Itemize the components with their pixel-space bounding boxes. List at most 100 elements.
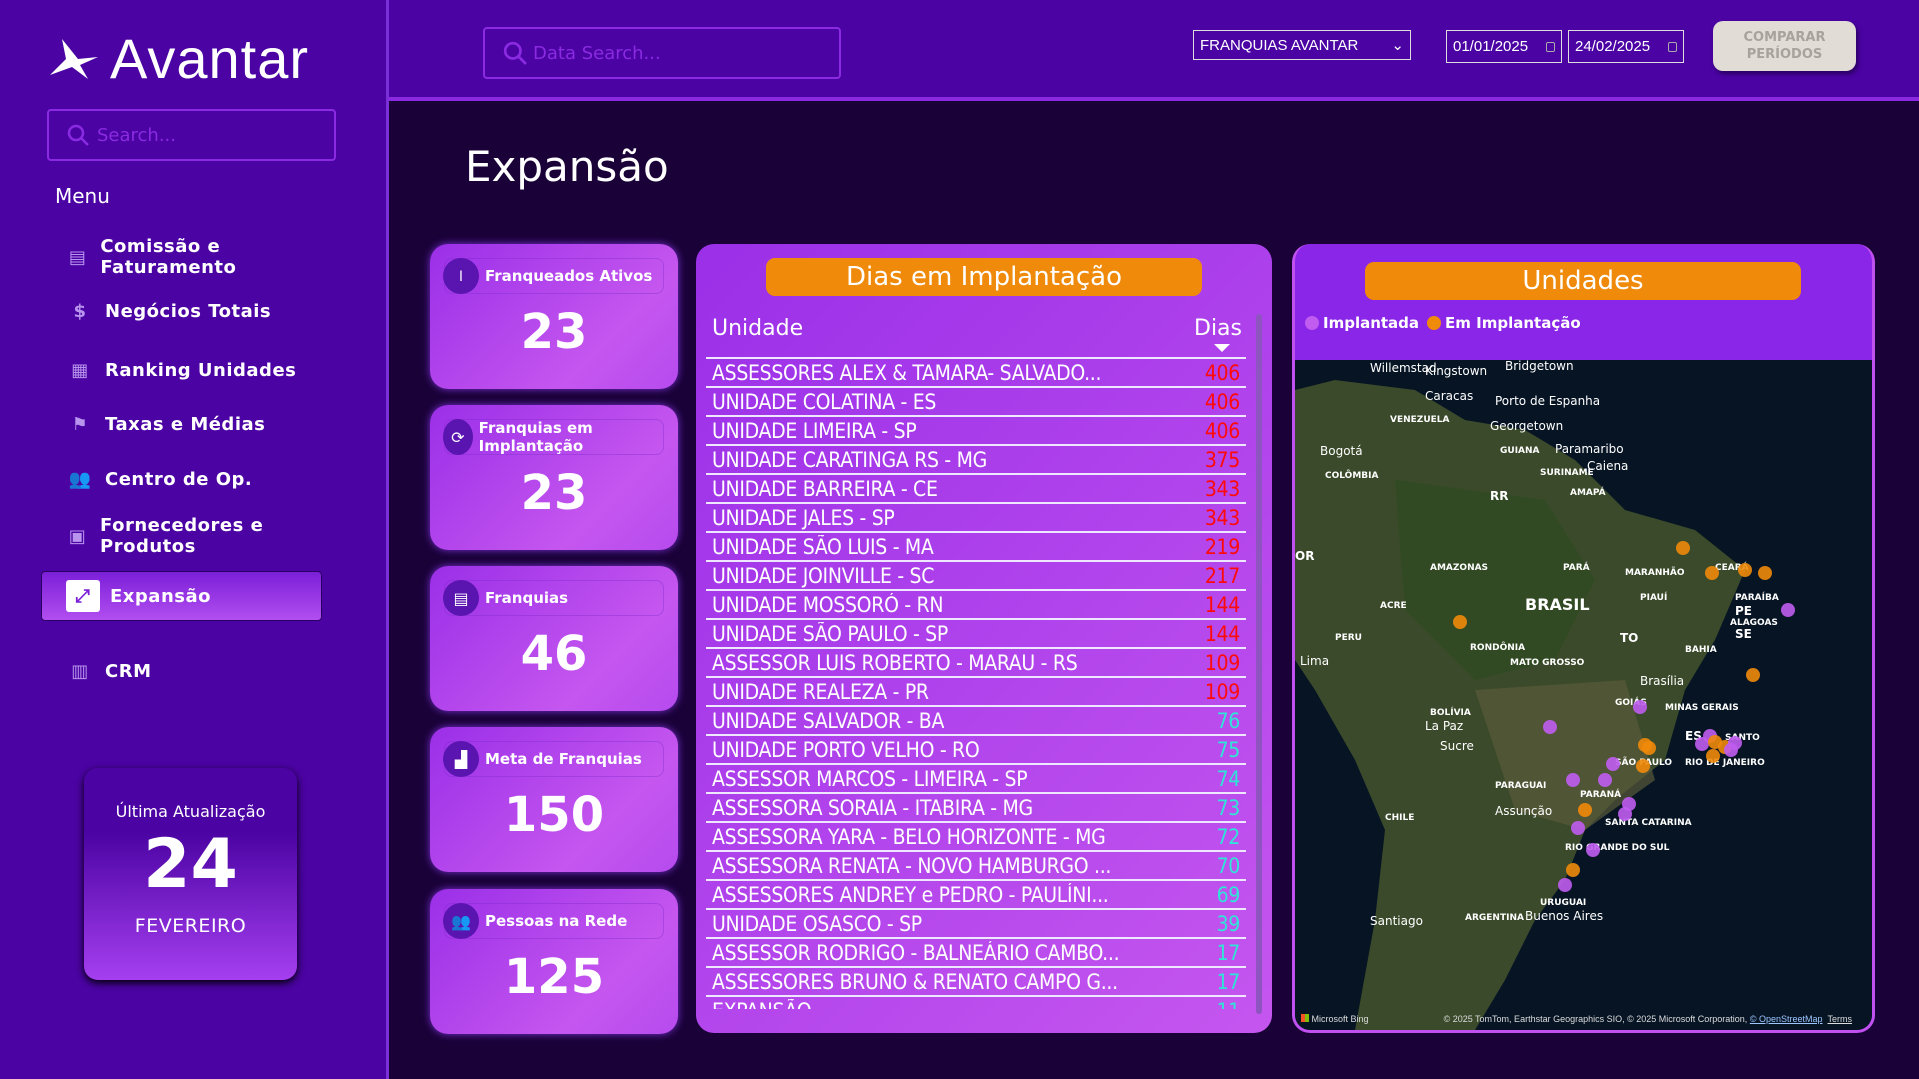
marker-em-implantacao[interactable] bbox=[1738, 563, 1752, 577]
map-legend: Implantada Em Implantação bbox=[1305, 314, 1581, 332]
days-value: 144 bbox=[1204, 621, 1240, 646]
table-row[interactable]: ASSESSORA SORAIA - ITABIRA - MG 73 bbox=[706, 792, 1246, 821]
table-row[interactable]: UNIDADE CARATINGA RS - MG 375 bbox=[706, 444, 1246, 473]
sidebar-item-expansao[interactable]: ⤢ Expansão bbox=[41, 571, 322, 621]
sidebar-item-label: Comissão e Faturamento bbox=[100, 236, 237, 278]
openstreetmap-link[interactable]: © OpenStreetMap bbox=[1750, 1014, 1823, 1024]
days-value: 375 bbox=[1204, 447, 1240, 472]
marker-em-implantacao[interactable] bbox=[1706, 749, 1720, 763]
id-card-icon: ▤ bbox=[68, 246, 87, 268]
table-row[interactable]: UNIDADE JOINVILLE - SC 217 bbox=[706, 560, 1246, 589]
table-row[interactable]: ASSESSORES BRUNO & RENATO CAMPO G... 17 bbox=[706, 966, 1246, 995]
map-place-label: ACRE bbox=[1380, 601, 1407, 611]
start-date-input[interactable]: 01/01/2025 bbox=[1446, 30, 1562, 63]
marker-implantada[interactable] bbox=[1586, 843, 1600, 857]
avantar-logo: Avantar bbox=[48, 26, 309, 91]
marker-em-implantacao[interactable] bbox=[1676, 541, 1690, 555]
marker-implantada[interactable] bbox=[1781, 603, 1795, 617]
table-row[interactable]: ASSESSORA YARA - BELO HORIZONTE - MG 72 bbox=[706, 821, 1246, 850]
table-row[interactable]: UNIDADE OSASCO - SP 39 bbox=[706, 908, 1246, 937]
days-value: 70 bbox=[1216, 853, 1241, 878]
map-place-label: La Paz bbox=[1425, 719, 1463, 733]
sidebar-search-input[interactable]: Search... bbox=[47, 109, 336, 161]
map-place-label: RIO DE JANEIRO bbox=[1685, 758, 1765, 768]
table-title: Dias em Implantação bbox=[766, 258, 1202, 296]
days-value: 17 bbox=[1216, 940, 1241, 965]
sidebar-item-fornecedores-e-produtos[interactable]: ▣ Fornecedores e Produtos bbox=[41, 511, 322, 561]
table-row[interactable]: UNIDADE REALEZA - PR 109 bbox=[706, 676, 1246, 705]
marker-em-implantacao[interactable] bbox=[1705, 566, 1719, 580]
sidebar-item-comissao-e-faturamento[interactable]: ▤ Comissão e Faturamento bbox=[41, 232, 322, 282]
expand-icon: ⤢ bbox=[66, 580, 100, 612]
marker-implantada[interactable] bbox=[1633, 700, 1647, 714]
table-row[interactable]: ASSESSOR MARCOS - LIMEIRA - SP 74 bbox=[706, 763, 1246, 792]
table-row[interactable]: UNIDADE LIMEIRA - SP 406 bbox=[706, 415, 1246, 444]
marker-em-implantacao[interactable] bbox=[1758, 566, 1772, 580]
table-row[interactable]: UNIDADE SALVADOR - BA 76 bbox=[706, 705, 1246, 734]
table-row[interactable]: ASSESSORES ALEX & TAMARA- SALVADO... 406 bbox=[706, 357, 1246, 386]
table-row[interactable]: UNIDADE BARREIRA - CE 343 bbox=[706, 473, 1246, 502]
data-search-input[interactable]: Data Search... bbox=[483, 27, 841, 79]
unit-name: UNIDADE SÃO PAULO - SP bbox=[712, 621, 948, 646]
unit-name: UNIDADE SALVADOR - BA bbox=[712, 708, 945, 733]
table-row[interactable]: UNIDADE SÃO PAULO - SP 144 bbox=[706, 618, 1246, 647]
last-update-label: Última Atualização bbox=[115, 802, 266, 821]
table-row[interactable]: ASSESSOR LUIS ROBERTO - MARAU - RS 109 bbox=[706, 647, 1246, 676]
kpi-label: Franqueados Ativos bbox=[485, 267, 653, 285]
column-header-days[interactable]: Dias bbox=[1194, 316, 1242, 341]
marker-implantada[interactable] bbox=[1571, 821, 1585, 835]
marker-implantada[interactable] bbox=[1543, 720, 1557, 734]
marker-em-implantacao[interactable] bbox=[1566, 863, 1580, 877]
marker-em-implantacao[interactable] bbox=[1453, 615, 1467, 629]
page-title: Expansão bbox=[465, 142, 669, 191]
sidebar-item-centro-de-op[interactable]: 👥 Centro de Op. bbox=[41, 454, 322, 504]
marker-implantada[interactable] bbox=[1618, 807, 1632, 821]
south-america-map[interactable]: WillemstadKingstown BridgetownCaracas Port… bbox=[1295, 359, 1872, 1030]
marker-implantada[interactable] bbox=[1606, 757, 1620, 771]
marker-em-implantacao[interactable] bbox=[1746, 668, 1760, 682]
table-row[interactable]: ASSESSORES ANDREY e PEDRO - PAULÍNI... 69 bbox=[706, 879, 1246, 908]
table-row[interactable]: UNIDADE PORTO VELHO - RO 75 bbox=[706, 734, 1246, 763]
sidebar-item-negocios-totais[interactable]: $ Negócios Totais bbox=[41, 286, 322, 336]
map-view[interactable]: Willemstad Kingstown Bridgetown Caracas Port… bbox=[1295, 359, 1872, 1030]
marker-em-implantacao[interactable] bbox=[1638, 738, 1652, 752]
unit-name: UNIDADE CARATINGA RS - MG bbox=[712, 447, 987, 472]
marker-implantada[interactable] bbox=[1566, 773, 1580, 787]
days-value: 219 bbox=[1204, 534, 1240, 559]
unit-name: ASSESSOR MARCOS - LIMEIRA - SP bbox=[712, 766, 1028, 791]
end-date-input[interactable]: 24/02/2025 bbox=[1568, 30, 1684, 63]
franchise-dropdown[interactable]: FRANQUIAS AVANTAR ⌄ bbox=[1193, 30, 1411, 60]
unit-name: ASSESSORES ANDREY e PEDRO - PAULÍNI... bbox=[712, 882, 1109, 907]
marker-em-implantacao[interactable] bbox=[1636, 759, 1650, 773]
marker-implantada[interactable] bbox=[1724, 743, 1738, 757]
marker-em-implantacao[interactable] bbox=[1578, 803, 1592, 817]
table-row[interactable]: ASSESSORA RENATA - NOVO HAMBURGO ... 70 bbox=[706, 850, 1246, 879]
map-place-label: MINAS GERAIS bbox=[1665, 703, 1739, 713]
table-row[interactable]: UNIDADE SÃO LUIS - MA 219 bbox=[706, 531, 1246, 560]
sidebar-item-crm[interactable]: ▥ CRM bbox=[41, 646, 322, 696]
calendar-icon[interactable] bbox=[1546, 41, 1555, 52]
calendar-icon[interactable] bbox=[1668, 41, 1677, 52]
map-place-label: Assunção bbox=[1495, 804, 1552, 818]
marker-em-implantacao[interactable] bbox=[1708, 735, 1722, 749]
column-header-unit[interactable]: Unidade bbox=[712, 316, 803, 341]
sort-descending-icon[interactable] bbox=[1214, 344, 1230, 352]
table-row[interactable]: UNIDADE JALES - SP 343 bbox=[706, 502, 1246, 531]
marker-implantada[interactable] bbox=[1558, 878, 1572, 892]
kpi-label: Meta de Franquias bbox=[485, 750, 642, 768]
marker-implantada[interactable] bbox=[1598, 773, 1612, 787]
terms-link[interactable]: Terms bbox=[1828, 1014, 1853, 1024]
kpi-card: ⏽ Franqueados Ativos 23 bbox=[430, 244, 678, 389]
sidebar-item-taxas-e-medias[interactable]: ⚑ Taxas e Médias bbox=[41, 399, 322, 449]
compare-periods-button[interactable]: COMPARAR PERÍODOS bbox=[1713, 21, 1856, 71]
document-cycle-icon: ⟳ bbox=[443, 419, 473, 455]
table-row[interactable]: ASSESSOR RODRIGO - BALNEÁRIO CAMBO... 17 bbox=[706, 937, 1246, 966]
table-scrollbar[interactable] bbox=[1256, 314, 1262, 1014]
table-row[interactable]: EXPANSÃO 11 bbox=[706, 995, 1246, 1009]
kpi-value: 150 bbox=[503, 787, 605, 843]
map-place-label: SURINAME bbox=[1540, 468, 1594, 478]
table-row[interactable]: UNIDADE MOSSORÓ - RN 144 bbox=[706, 589, 1246, 618]
team-icon: 👥 bbox=[68, 468, 92, 490]
table-row[interactable]: UNIDADE COLATINA - ES 406 bbox=[706, 386, 1246, 415]
sidebar-item-ranking-unidades[interactable]: ▦ Ranking Unidades bbox=[41, 345, 322, 395]
